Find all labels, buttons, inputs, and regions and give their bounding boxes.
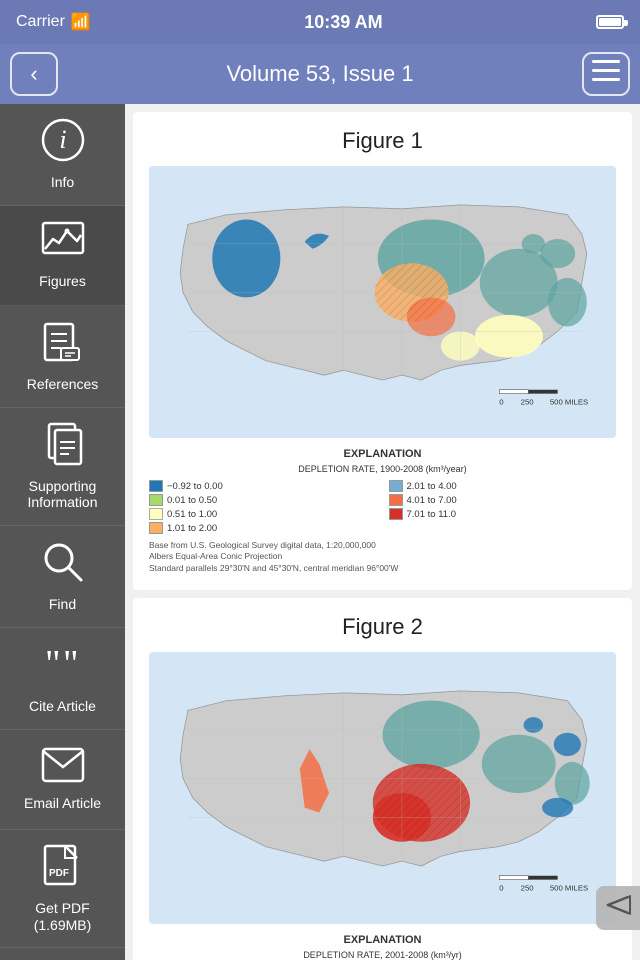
sidebar-item-info-label: Info	[51, 174, 74, 191]
svg-text:": "	[63, 643, 79, 685]
sidebar: i Info Figures	[0, 104, 125, 960]
collapse-handle[interactable]	[596, 886, 640, 930]
legend-1-note: Base from U.S. Geological Survey digital…	[149, 540, 616, 573]
legend-label: 4.01 to 7.00	[407, 495, 457, 506]
swatch	[149, 480, 163, 492]
legend-label: 7.01 to 11.0	[407, 509, 456, 520]
swatch	[149, 494, 163, 506]
sidebar-item-info[interactable]: i Info	[0, 104, 125, 206]
figure-1-title: Figure 1	[149, 128, 616, 154]
swatch	[389, 480, 403, 492]
legend-item: −0.92 to 0.00	[149, 480, 377, 492]
svg-text:500 MILES: 500 MILES	[550, 397, 588, 406]
legend-label: 1.01 to 2.00	[167, 523, 217, 534]
find-icon	[41, 540, 85, 590]
time-label: 10:39 AM	[304, 12, 382, 33]
figure-2-map: 0 250 500 MILES	[149, 652, 616, 924]
svg-text:0: 0	[499, 397, 504, 406]
figure-1-legend: EXPLANATION DEPLETION RATE, 1900-2008 (k…	[149, 448, 616, 573]
pdf-icon: PDF	[43, 844, 83, 894]
svg-text:PDF: PDF	[49, 868, 69, 879]
svg-text:": "	[45, 643, 61, 685]
menu-icon	[592, 60, 620, 88]
collapse-icon	[604, 894, 632, 922]
legend-label: −0.92 to 0.00	[167, 481, 223, 492]
swatch	[149, 522, 163, 534]
figure-1-card: Figure 1	[133, 112, 632, 590]
figure-2-title: Figure 2	[149, 614, 616, 640]
status-bar: Carrier 📶 10:39 AM	[0, 0, 640, 44]
legend-label: 0.01 to 0.50	[167, 495, 217, 506]
legend-item: 0.51 to 1.00	[149, 508, 377, 520]
nav-bar: ‹ Volume 53, Issue 1	[0, 44, 640, 104]
legend-2-title: EXPLANATION	[149, 934, 616, 946]
sidebar-item-email[interactable]: Email Article	[0, 730, 125, 830]
legend-item: 1.01 to 2.00	[149, 522, 377, 534]
figures-icon	[41, 221, 85, 267]
swatch	[389, 494, 403, 506]
legend-item: 0.01 to 0.50	[149, 494, 377, 506]
legend-label: 2.01 to 4.00	[407, 481, 457, 492]
legend-2-subtitle: DEPLETION RATE, 2001-2008 (km³/yr)	[149, 950, 616, 960]
legend-item: 7.01 to 11.0	[389, 508, 617, 520]
battery-icon	[596, 15, 624, 29]
sidebar-item-pdf[interactable]: PDF Get PDF(1.69MB)	[0, 830, 125, 949]
content-area[interactable]: Figure 1	[125, 104, 640, 960]
cite-icon: " "	[41, 642, 85, 692]
svg-text:500 MILES: 500 MILES	[550, 883, 588, 892]
legend-1-subtitle: DEPLETION RATE, 1900-2008 (km³/year)	[149, 464, 616, 474]
legend-item: 4.01 to 7.00	[389, 494, 617, 506]
sidebar-item-supporting[interactable]: SupportingInformation	[0, 408, 125, 527]
sidebar-item-pdf-label: Get PDF(1.69MB)	[34, 900, 92, 934]
sidebar-item-figures-label: Figures	[39, 273, 86, 290]
wifi-icon: 📶	[71, 12, 91, 32]
legend-1-grid: −0.92 to 0.00 2.01 to 4.00 0.01 to 0.50 …	[149, 480, 616, 534]
main-layout: i Info Figures	[0, 104, 640, 960]
sidebar-item-cite[interactable]: " " Cite Article	[0, 628, 125, 730]
sidebar-item-find-label: Find	[49, 596, 76, 613]
back-icon: ‹	[30, 61, 37, 87]
svg-text:0: 0	[499, 883, 504, 892]
back-button[interactable]: ‹	[10, 52, 58, 96]
swatch	[149, 508, 163, 520]
legend-item: 2.01 to 4.00	[389, 480, 617, 492]
email-icon	[41, 747, 85, 789]
carrier-label: Carrier	[16, 13, 65, 31]
figure-2-card: Figure 2	[133, 598, 632, 960]
sidebar-item-find[interactable]: Find	[0, 526, 125, 628]
sidebar-item-supporting-label: SupportingInformation	[27, 478, 97, 512]
swatch	[389, 508, 403, 520]
nav-title: Volume 53, Issue 1	[226, 61, 413, 87]
legend-label: 0.51 to 1.00	[167, 509, 217, 520]
figure-1-map: 0 250 500 MILES	[149, 166, 616, 438]
legend-1-title: EXPLANATION	[149, 448, 616, 460]
supporting-icon	[41, 422, 85, 472]
references-icon	[41, 320, 85, 370]
sidebar-item-references[interactable]: References	[0, 306, 125, 408]
sidebar-item-figures[interactable]: Figures	[0, 206, 125, 306]
info-icon: i	[41, 118, 85, 168]
svg-text:250: 250	[521, 397, 535, 406]
figure-2-legend: EXPLANATION DEPLETION RATE, 2001-2008 (k…	[149, 934, 616, 960]
sidebar-item-cite-label: Cite Article	[29, 698, 96, 715]
carrier-info: Carrier 📶	[16, 12, 91, 32]
svg-text:250: 250	[521, 883, 535, 892]
sidebar-item-email-label: Email Article	[24, 795, 101, 812]
menu-button[interactable]	[582, 52, 630, 96]
sidebar-item-references-label: References	[27, 376, 99, 393]
svg-text:i: i	[59, 125, 66, 154]
